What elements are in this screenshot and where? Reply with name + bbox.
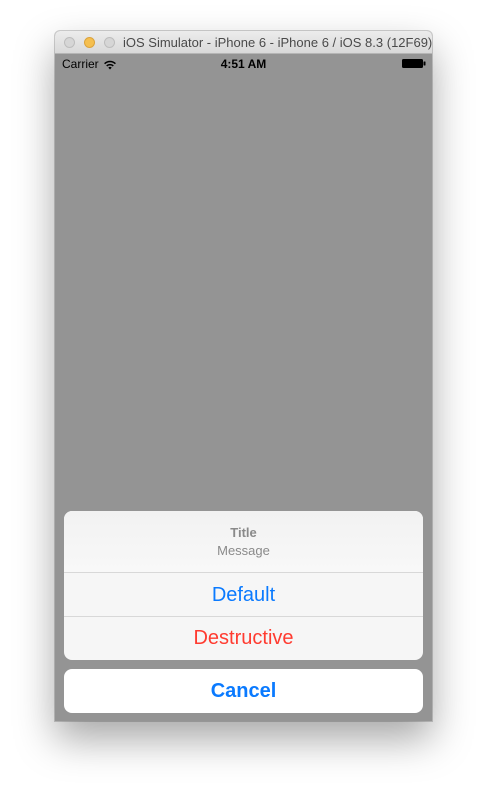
action-sheet-title: Title (230, 525, 257, 540)
device-screen[interactable]: Carrier 4:51 AM Title Message Default De… (55, 54, 432, 721)
action-sheet-header: Title Message (64, 511, 423, 573)
action-sheet-message: Message (217, 543, 270, 558)
action-sheet: Title Message Default Destructive (64, 511, 423, 660)
window-titlebar[interactable]: iOS Simulator - iPhone 6 - iPhone 6 / iO… (55, 31, 432, 54)
simulator-window: iOS Simulator - iPhone 6 - iPhone 6 / iO… (55, 31, 432, 721)
status-time: 4:51 AM (220, 57, 267, 71)
destructive-action-button[interactable]: Destructive (64, 617, 423, 660)
status-bar: Carrier 4:51 AM (55, 54, 432, 74)
window-title: iOS Simulator - iPhone 6 - iPhone 6 / iO… (123, 35, 432, 50)
zoom-window-button[interactable] (104, 37, 115, 48)
close-window-button[interactable] (64, 37, 75, 48)
minimize-window-button[interactable] (84, 37, 95, 48)
battery-icon (402, 59, 426, 68)
cancel-button[interactable]: Cancel (64, 669, 423, 713)
default-action-button[interactable]: Default (64, 573, 423, 617)
